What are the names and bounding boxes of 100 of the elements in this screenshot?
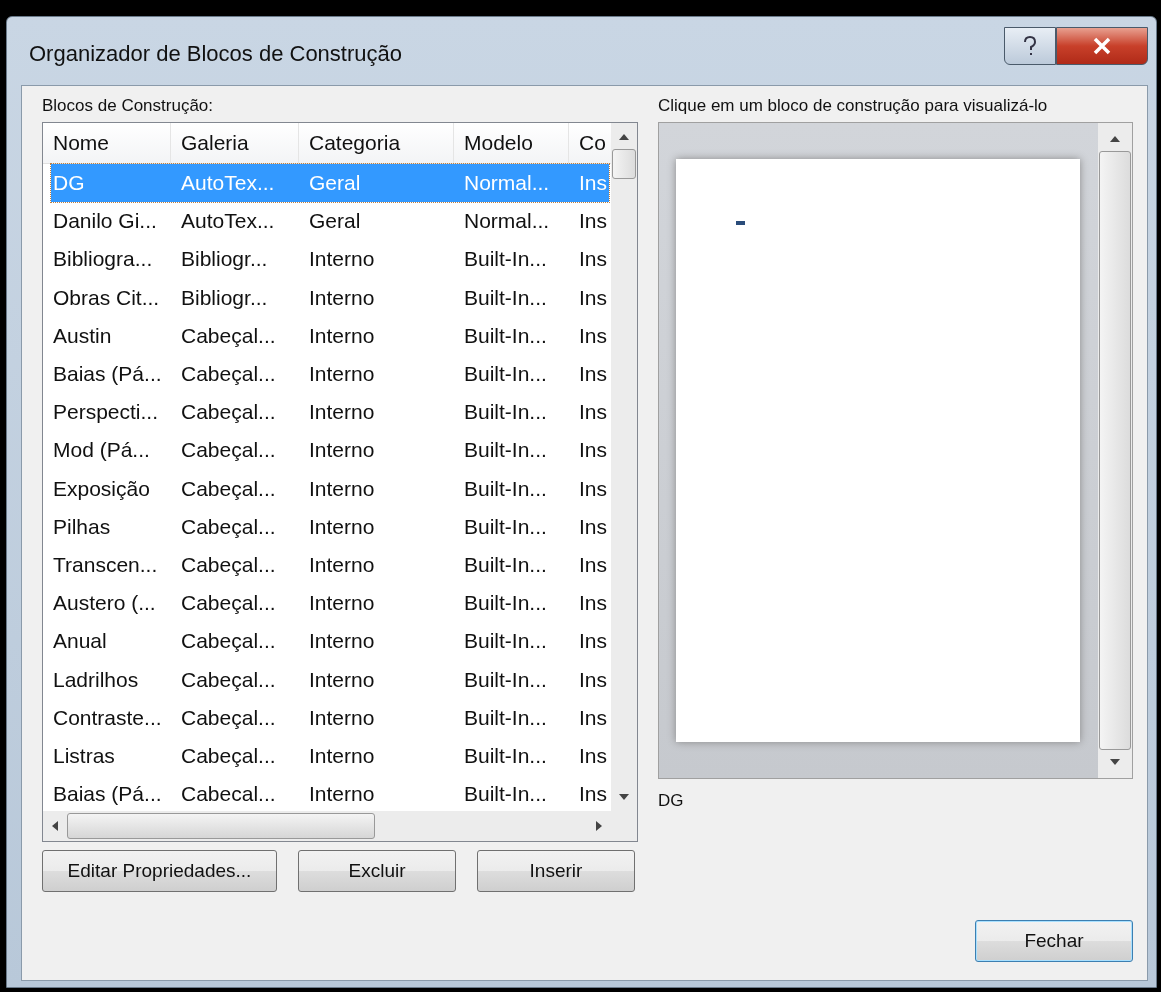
vertical-scrollbar[interactable] — [611, 123, 637, 811]
table-cell-text: Interno — [308, 323, 376, 348]
table-cell-text: Built-In... — [463, 782, 548, 807]
table-cell-text: Ladrilhos — [52, 667, 140, 692]
table-cell-text: Cabecal... — [180, 782, 277, 807]
scroll-down-icon[interactable] — [1109, 758, 1121, 766]
table-cell-text: Interno — [308, 476, 376, 501]
table-cell-text: Ins — [578, 667, 608, 692]
table-cell-text: Built-In... — [463, 323, 548, 348]
scroll-down-icon[interactable] — [618, 793, 630, 801]
table-cell-text: Contraste... — [52, 705, 163, 730]
table-row[interactable]: Transcen... Cabeçal... Interno Built-In... Ins — [51, 545, 609, 585]
table-cell-text: Ins — [578, 552, 608, 577]
table-cell-text: Ins — [578, 743, 608, 768]
table-cell-text: Ins — [578, 362, 608, 387]
table-cell-text: Built-In... — [463, 476, 548, 501]
table-cell-text: Cabeçal... — [180, 400, 277, 425]
table-cell-text: Built-In... — [463, 362, 548, 387]
table-cell-text: Cabeçal... — [180, 591, 277, 616]
close-dialog-button[interactable]: Fechar — [975, 920, 1133, 962]
scroll-right-icon[interactable] — [595, 820, 603, 832]
table-cell-text: Ins — [578, 247, 608, 272]
table-cell-text: Cabeçal... — [180, 438, 277, 463]
table-cell-text: Built-In... — [463, 247, 548, 272]
table-cell-text: Ins — [578, 705, 608, 730]
table-cell-text: Listras — [52, 743, 116, 768]
table-row[interactable]: Mod (Pá... Cabeçal... Interno Built-In... Ins — [51, 431, 609, 470]
table-cell-text: Cabeçal... — [180, 629, 277, 654]
table-row[interactable]: Austin Cabeçal... Interno Built-In... Ins — [51, 316, 609, 355]
table-cell-text: Geral — [308, 171, 362, 196]
dialog-button[interactable]: Inserir — [477, 850, 635, 892]
table-cell-text: Ins — [578, 782, 608, 807]
table-cell-text: Pilhas — [52, 514, 112, 539]
table-cell-text: Interno — [308, 247, 376, 272]
preview-mark — [736, 221, 745, 225]
table-cell-text: Cabeçal... — [180, 743, 277, 768]
table-cell-text: Cabeçal... — [180, 514, 277, 539]
table-cell-text: Built-In... — [463, 629, 548, 654]
table-cell-text: Obras Cit... — [52, 285, 161, 310]
table-cell-text: Ins — [578, 323, 608, 348]
table-row[interactable]: Anual Cabeçal... Interno Built-In... Ins — [51, 622, 609, 661]
table-cell-text: Transcen... — [52, 552, 159, 577]
table-cell-text: Normal... — [463, 171, 551, 196]
table-cell-text: Ins — [578, 400, 608, 425]
dialog-button[interactable]: Editar Propriedades... — [42, 850, 277, 892]
table-cell-text: Baias (Pá... — [52, 362, 163, 387]
table-cell-text: Ins — [578, 209, 608, 234]
table-cell-text: Interno — [308, 552, 376, 577]
table-row[interactable]: Perspecti... Cabeçal... Interno Built-In... Ins — [51, 393, 609, 432]
table-row[interactable]: Obras Cit... Bibliogr... Interno Built-In... Ins — [51, 278, 609, 317]
table-cell-text: Built-In... — [463, 400, 548, 425]
table-cell-text: AutoTex... — [180, 171, 276, 196]
table-cell-text: Interno — [308, 514, 376, 539]
table-cell-text: Anual — [52, 629, 108, 654]
table-row[interactable]: Danilo Gi... AutoTex... Geral Normal... Ins — [51, 202, 609, 241]
table-row[interactable]: Listras Cabeçal... Interno Built-In... Ins — [51, 736, 609, 775]
table-cell-text: Ins — [578, 476, 608, 501]
table-cell-text: Perspecti... — [52, 400, 160, 425]
table-cell-text: Built-In... — [463, 667, 548, 692]
table-cell-text: Built-In... — [463, 514, 548, 539]
table-cell-text: Interno — [308, 362, 376, 387]
scroll-thumb[interactable] — [67, 813, 375, 839]
table-cell-text: Cabeçal... — [180, 667, 277, 692]
table-cell-text: Cabeçal... — [180, 552, 277, 577]
preview-label: Clique em um bloco de construção para visualizá-lo — [658, 96, 1049, 117]
table-cell-text: AutoTex... — [180, 209, 276, 234]
preview-caption: DG — [658, 791, 685, 811]
list-label: Blocos de Construção: — [42, 96, 215, 117]
table-cell-text: Interno — [308, 743, 376, 768]
table-row[interactable]: Baias (Pá... Cabeçal... Interno Built-In... Ins — [51, 354, 609, 394]
table-cell-text: Cabeçal... — [180, 323, 277, 348]
table-row[interactable]: Ladrilhos Cabeçal... Interno Built-In... Ins — [51, 660, 609, 699]
table-cell-text: Ins — [578, 285, 608, 310]
table-cell-text: Geral — [308, 209, 362, 234]
table-cell-text: Normal... — [463, 209, 551, 234]
scroll-left-icon[interactable] — [51, 820, 59, 832]
table-cell-text: DG — [52, 171, 86, 196]
scroll-thumb[interactable] — [612, 149, 636, 179]
table-cell-text: Exposição — [52, 476, 151, 501]
table-row[interactable]: Pilhas Cabeçal... Interno Built-In... Ins — [51, 507, 609, 546]
blocks-list[interactable] — [42, 122, 638, 842]
close-button[interactable] — [1056, 27, 1148, 65]
table-cell-text: Built-In... — [463, 743, 548, 768]
table-row[interactable]: Baias (Pá... Cabecal... Interno Built-In... Ins — [51, 775, 609, 811]
table-cell-text: Built-In... — [463, 438, 548, 463]
table-cell-text: Built-In... — [463, 285, 548, 310]
horizontal-scrollbar[interactable] — [43, 811, 637, 841]
table-cell-text: Cabeçal... — [180, 476, 277, 501]
table-row[interactable]: Austero (... Cabeçal... Interno Built-In... Ins — [51, 584, 609, 623]
help-icon — [1022, 36, 1038, 56]
dialog-button[interactable]: Excluir — [298, 850, 456, 892]
scroll-up-icon[interactable] — [1109, 135, 1121, 143]
table-cell-text: Ins — [578, 629, 608, 654]
table-row[interactable]: Contraste... Cabeçal... Interno Built-In... Ins — [51, 698, 609, 737]
scroll-up-icon[interactable] — [618, 133, 630, 141]
table-cell-text: Interno — [308, 438, 376, 463]
help-button[interactable] — [1004, 27, 1056, 65]
table-row[interactable]: Bibliogra... Bibliogr... Interno Built-In... Ins — [51, 240, 609, 279]
table-cell-text: Interno — [308, 285, 376, 310]
table-row[interactable]: Exposição Cabeçal... Interno Built-In... Ins — [51, 469, 609, 508]
